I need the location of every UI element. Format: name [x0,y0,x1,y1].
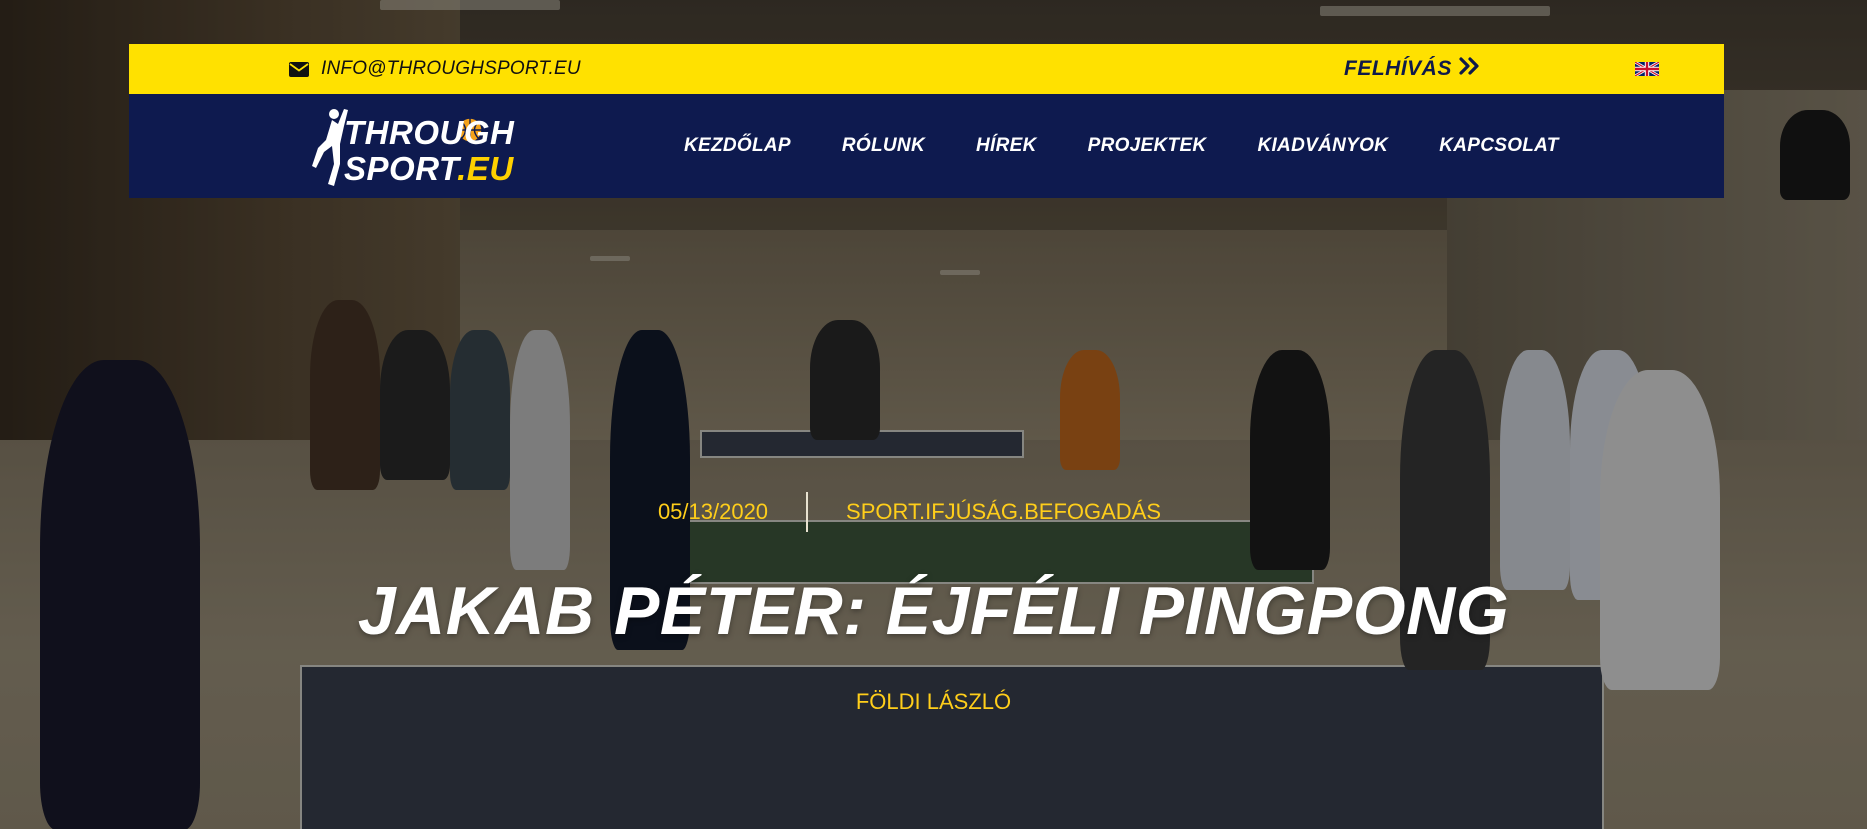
email-text: INFO@THROUGHSPORT.EU [321,58,581,79]
nav-item-kezdolap[interactable]: KEZDŐLAP [684,135,791,157]
logo-line-2: SPORT.EU [344,152,514,185]
double-chevron-right-icon [1458,57,1482,81]
article-author[interactable]: FÖLDI LÁSZLÓ [0,689,1867,715]
nav-item-kapcsolat[interactable]: KAPCSOLAT [1439,135,1559,157]
logo-eu-suffix: .EU [457,150,514,187]
call-label: FELHÍVÁS [1344,57,1452,80]
email-link[interactable]: INFO@THROUGHSPORT.EU [289,44,581,94]
envelope-icon [289,61,309,77]
top-info-bar: INFO@THROUGHSPORT.EU FELHÍVÁS [129,44,1724,94]
article-meta: 05/13/2020 SPORT.IFJÚSÁG.BEFOGADÁS [0,492,1867,532]
article-tags[interactable]: SPORT.IFJÚSÁG.BEFOGADÁS [846,499,1161,525]
logo-sport-text: SPORT [344,150,458,187]
main-navbar: THROUGH SPORT.EU KEZDŐLAP RÓLUNK HÍREK P… [129,94,1724,198]
meta-divider [806,492,809,532]
main-menu: KEZDŐLAP RÓLUNK HÍREK PROJEKTEK KIADVÁNY… [684,94,1610,198]
article-title: JAKAB PÉTER: ÉJFÉLI PINGPONG [357,573,1510,649]
uk-flag-icon[interactable] [1634,60,1660,78]
nav-item-rolunk[interactable]: RÓLUNK [842,135,925,157]
nav-item-projektek[interactable]: PROJEKTEK [1088,135,1207,157]
nav-item-kiadvanyok[interactable]: KIADVÁNYOK [1257,135,1388,157]
site-logo[interactable]: THROUGH SPORT.EU [304,102,534,190]
logo-line-1: THROUGH [344,114,515,151]
call-to-action-link[interactable]: FELHÍVÁS [1344,44,1482,94]
nav-item-hirek[interactable]: HÍREK [976,135,1037,157]
article-date: 05/13/2020 [657,499,769,524]
